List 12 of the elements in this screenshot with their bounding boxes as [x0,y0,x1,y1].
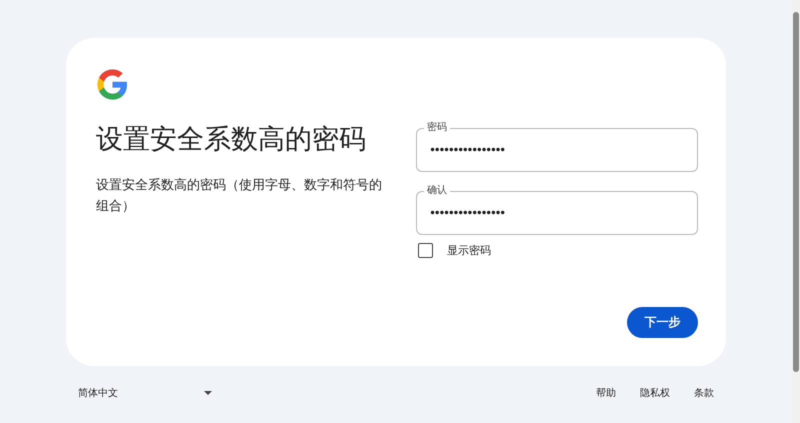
next-button[interactable]: 下一步 [627,307,698,338]
footer-link[interactable]: 隐私权 [628,382,682,404]
footer-link[interactable]: 帮助 [584,382,628,404]
checkbox-label[interactable]: 显示密码 [447,243,491,258]
footer-link[interactable]: 条款 [682,382,726,404]
page-description: 设置安全系数高的密码（使用字母、数字和符号的组合） [96,177,383,216]
checkbox[interactable] [418,243,433,258]
language-dropdown[interactable]: 简体中文 [66,382,212,404]
dropdown-arrow-icon [204,391,212,395]
google-logo-icon [96,68,129,101]
scrollbar[interactable] [792,0,800,423]
page-title: 设置安全系数高的密码 [96,123,367,157]
